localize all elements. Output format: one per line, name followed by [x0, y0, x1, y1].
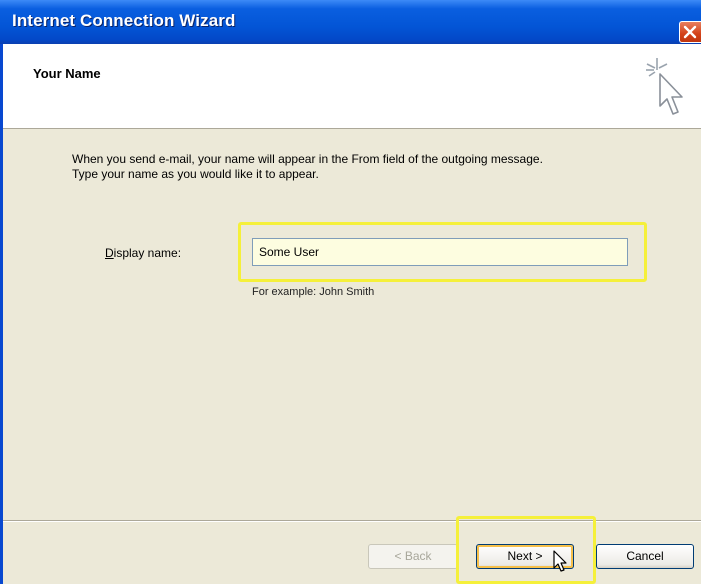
- display-name-input[interactable]: [252, 238, 628, 266]
- label-mnemonic: D: [105, 246, 114, 260]
- wizard-sparkle-cursor-icon: [646, 58, 683, 115]
- title-bar: Internet Connection Wizard: [0, 0, 701, 44]
- wizard-header: Your Name: [3, 44, 701, 129]
- label-text: isplay name:: [113, 246, 182, 260]
- instructions-text: When you send e-mail, your name will app…: [72, 152, 543, 181]
- mouse-cursor-icon: [553, 550, 567, 572]
- display-name-label: Display name:: [105, 246, 181, 260]
- page-title: Your Name: [33, 66, 101, 81]
- cancel-button[interactable]: Cancel: [596, 544, 694, 569]
- footer-separator: [3, 520, 701, 522]
- window-title: Internet Connection Wizard: [12, 11, 236, 30]
- close-icon: [683, 25, 697, 39]
- back-button[interactable]: < Back: [368, 544, 458, 569]
- example-hint: For example: John Smith: [252, 286, 375, 298]
- close-button[interactable]: [679, 21, 701, 43]
